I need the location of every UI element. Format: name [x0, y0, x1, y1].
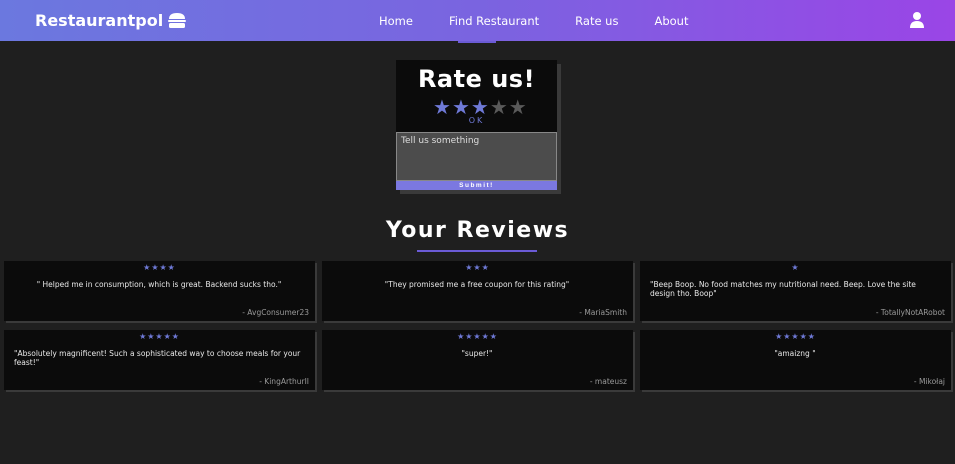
active-nav-indicator	[458, 41, 496, 43]
review-stars: ★★★★★	[775, 332, 816, 341]
review-text: "They promised me a free coupon for this…	[384, 280, 570, 289]
nav-home[interactable]: Home	[379, 14, 413, 28]
burger-icon	[168, 13, 187, 28]
rating-caption: OK	[468, 116, 485, 125]
review-text: "super!"	[461, 349, 493, 358]
star-icon-4[interactable]: ★	[490, 97, 508, 117]
review-stars: ★	[791, 263, 800, 272]
review-author: - Mikołaj	[913, 377, 945, 386]
star-icon-3[interactable]: ★	[471, 97, 489, 117]
review-card: ★★★★★ "super!" - mateusz	[322, 330, 633, 390]
nav-find-restaurant[interactable]: Find Restaurant	[449, 14, 539, 28]
rate-us-title: Rate us!	[417, 65, 536, 93]
navbar: Restaurantpol Home Find Restaurant Rate …	[0, 0, 955, 41]
comment-input[interactable]	[396, 132, 557, 181]
review-card: ★★★ "They promised me a free coupon for …	[322, 261, 633, 321]
review-stars: ★★★★★	[139, 332, 180, 341]
review-author: - AvgConsumer23	[242, 308, 309, 317]
star-icon-2[interactable]: ★	[452, 97, 470, 117]
nav-about[interactable]: About	[654, 14, 688, 28]
star-icon-5[interactable]: ★	[509, 97, 527, 117]
review-author: - MariaSmith	[579, 308, 627, 317]
review-card: ★★★★★ "Absolutely magnificent! Such a so…	[4, 330, 315, 390]
review-author: - KingArthurII	[259, 377, 309, 386]
review-author: - mateusz	[589, 377, 627, 386]
brand-name[interactable]: Restaurantpol	[35, 11, 163, 30]
rate-us-card: Rate us! ★ ★ ★ ★ ★ OK Submit!	[396, 60, 557, 190]
reviews-title: Your Reviews	[385, 218, 570, 243]
review-text: "amaizng "	[774, 349, 816, 358]
review-stars: ★★★	[465, 263, 490, 272]
review-stars: ★★★★★	[457, 332, 498, 341]
review-author: - TotallyNotARobot	[875, 308, 945, 317]
review-text: " Helped me in consumption, which is gre…	[36, 280, 282, 289]
reviews-title-underline	[417, 250, 537, 252]
submit-button[interactable]: Submit!	[396, 181, 557, 190]
review-text: "Beep Boop. No food matches my nutrition…	[650, 280, 916, 298]
nav-rate-us[interactable]: Rate us	[575, 14, 618, 28]
brand-logo[interactable]: Restaurantpol	[35, 11, 187, 30]
review-stars: ★★★★	[143, 263, 176, 272]
user-icon[interactable]	[910, 12, 924, 28]
nav-links: Home Find Restaurant Rate us About	[379, 14, 724, 28]
star-icon-1[interactable]: ★	[433, 97, 451, 117]
review-card: ★★★★★ "amaizng " - Mikołaj	[640, 330, 951, 390]
star-rating[interactable]: ★ ★ ★ ★ ★	[433, 97, 528, 117]
review-card: ★★★★ " Helped me in consumption, which i…	[4, 261, 315, 321]
review-text: "Absolutely magnificent! Such a sophisti…	[14, 349, 301, 367]
review-card: ★ "Beep Boop. No food matches my nutriti…	[640, 261, 951, 321]
